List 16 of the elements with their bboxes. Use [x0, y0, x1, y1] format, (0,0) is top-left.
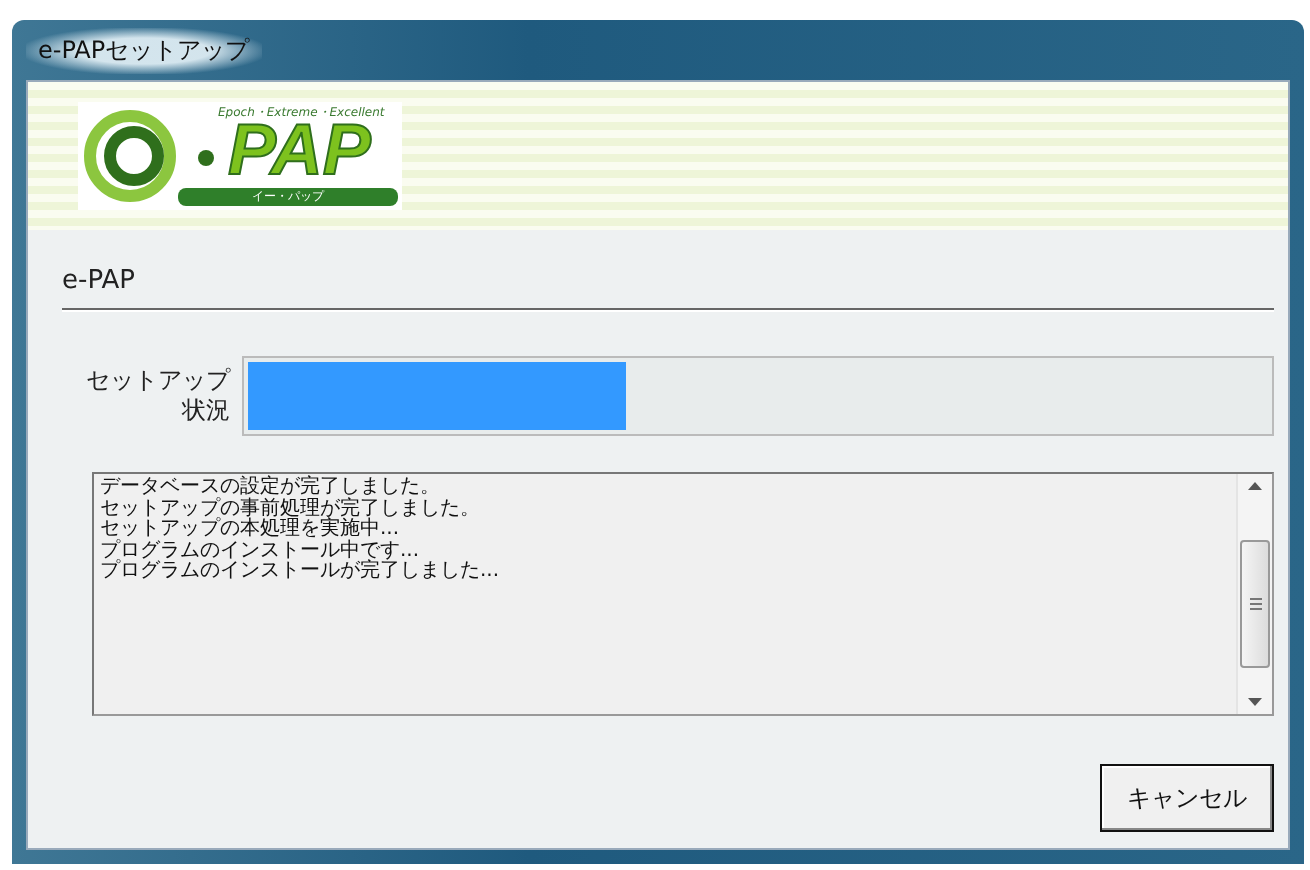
scroll-thumb[interactable]: [1240, 540, 1270, 668]
down-arrow-icon[interactable]: [1248, 698, 1262, 706]
dot-icon: [198, 150, 214, 166]
log-line: プログラムのインストール中です...: [100, 541, 420, 561]
window-title: e-PAPセットアップ: [26, 27, 262, 73]
log-line: セットアップの事前処理が完了しました。: [100, 499, 480, 519]
log-line: プログラムのインストールが完了しました...: [100, 562, 500, 583]
e-logo-icon: [82, 108, 178, 204]
log-line: セットアップの本処理を実施中...: [100, 520, 400, 540]
section-title: e-PAP: [62, 266, 135, 296]
log-line: データベースの設定が完了しました。: [100, 478, 440, 498]
cancel-button[interactable]: キャンセル: [1100, 764, 1274, 832]
grip-icon: [1249, 598, 1261, 610]
scrollbar[interactable]: [1236, 474, 1272, 714]
up-arrow-icon[interactable]: [1248, 482, 1262, 490]
progress-label: セットアップ 状況: [84, 366, 233, 426]
